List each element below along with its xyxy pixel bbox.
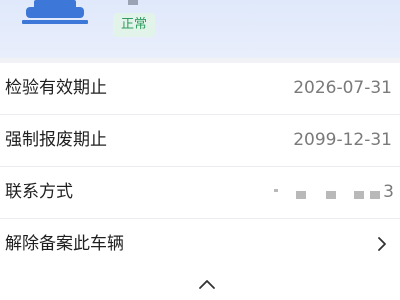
deregister-vehicle-row[interactable]: 解除备案此车辆 xyxy=(0,219,400,270)
info-row-scrap-expiry: 强制报废期止 2099-12-31 xyxy=(0,115,400,167)
collapse-bar[interactable] xyxy=(0,268,400,300)
row-value: 2099-12-31 xyxy=(293,130,392,150)
masked-contact-value: 3 xyxy=(274,167,394,218)
info-row-inspection-expiry: 检验有效期止 2026-07-31 xyxy=(0,63,400,115)
vehicle-header: 正常 xyxy=(0,0,400,58)
status-badge: 正常 xyxy=(113,13,155,37)
info-row-contact: 联系方式 3 xyxy=(0,167,400,219)
car-icon xyxy=(22,0,88,24)
vehicle-info-list: 检验有效期止 2026-07-31 强制报废期止 2099-12-31 联系方式… xyxy=(0,63,400,270)
contact-visible-digit: 3 xyxy=(383,182,394,202)
row-label: 强制报废期止 xyxy=(5,130,107,150)
vehicle-detail-screen: 正常 检验有效期止 2026-07-31 强制报废期止 2099-12-31 联… xyxy=(0,0,400,300)
row-label: 解除备案此车辆 xyxy=(5,234,124,254)
row-value: 2026-07-31 xyxy=(293,78,392,98)
row-label: 检验有效期止 xyxy=(5,78,107,98)
row-label: 联系方式 xyxy=(5,182,73,202)
chevron-right-icon xyxy=(378,237,386,251)
chevron-up-icon[interactable] xyxy=(198,278,216,290)
header-mark xyxy=(128,0,138,5)
